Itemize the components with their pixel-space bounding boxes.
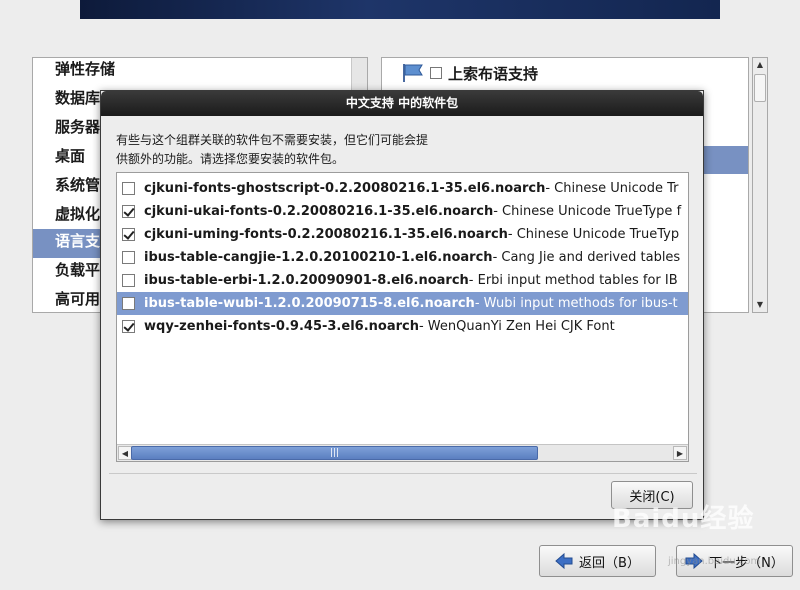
- package-checkbox-checked[interactable]: [122, 228, 135, 241]
- package-checkbox[interactable]: [122, 182, 135, 195]
- arrow-left-icon: [555, 553, 573, 569]
- package-desc: - Chinese Unicode Tr: [545, 181, 679, 196]
- back-button-label: 返回（B）: [579, 555, 640, 571]
- package-desc: - Cang Jie and derived tables: [492, 250, 681, 265]
- group-checkbox[interactable]: [430, 67, 442, 79]
- package-name: wqy-zenhei-fonts-0.9.45-3.el6.noarch: [144, 319, 419, 334]
- hscroll-thumb[interactable]: |||: [131, 446, 538, 460]
- scroll-down-icon[interactable]: ▼: [753, 298, 767, 312]
- package-row[interactable]: wqy-zenhei-fonts-0.9.45-3.el6.noarch - W…: [117, 315, 688, 338]
- package-desc: - Chinese Unicode TrueTyp: [507, 227, 680, 242]
- watermark-logo: Baidu经验: [612, 504, 755, 534]
- group-list-scrollbar[interactable]: ▲ ▼: [752, 57, 768, 313]
- package-name: ibus-table-cangjie-1.2.0.20100210-1.el6.…: [144, 250, 493, 265]
- package-desc: - Wubi input methods for ibus-t: [474, 296, 678, 311]
- package-desc: - Erbi input method tables for IB: [468, 273, 678, 288]
- package-name: cjkuni-ukai-fonts-0.2.20080216.1-35.el6.…: [144, 204, 494, 219]
- description-line: 供额外的功能。请选择您要安装的软件包。: [116, 152, 345, 166]
- package-name: cjkuni-fonts-ghostscript-0.2.20080216.1-…: [144, 181, 546, 196]
- package-name: ibus-table-wubi-1.2.0.20090715-8.el6.noa…: [144, 296, 475, 311]
- scroll-thumb[interactable]: [754, 74, 766, 102]
- package-row[interactable]: cjkuni-fonts-ghostscript-0.2.20080216.1-…: [117, 177, 688, 200]
- package-checkbox[interactable]: [122, 251, 135, 264]
- package-desc: - Chinese Unicode TrueType f: [493, 204, 682, 219]
- package-list[interactable]: cjkuni-fonts-ghostscript-0.2.20080216.1-…: [116, 172, 689, 462]
- flag-icon: [403, 64, 423, 82]
- scroll-right-icon[interactable]: ▶: [673, 446, 687, 460]
- watermark-url: jingyan.baidu.com: [668, 556, 761, 567]
- packages-dialog: 中文支持 中的软件包 有些与这个组群关联的软件包不需要安装，但它们可能会提 供额…: [100, 90, 704, 520]
- back-button[interactable]: 返回（B）: [539, 545, 656, 577]
- package-checkbox-checked[interactable]: [122, 320, 135, 333]
- package-name: ibus-table-erbi-1.2.0.20090901-8.el6.noa…: [144, 273, 469, 288]
- scroll-left-icon[interactable]: ◀: [118, 446, 132, 460]
- package-row-selected[interactable]: ibus-table-wubi-1.2.0.20090715-8.el6.noa…: [117, 292, 688, 315]
- top-banner: [80, 0, 720, 19]
- package-desc: - WenQuanYi Zen Hei CJK Font: [418, 319, 615, 334]
- category-item[interactable]: 弹性存储: [33, 58, 367, 86]
- dialog-separator: [109, 473, 697, 474]
- package-row[interactable]: cjkuni-uming-fonts-0.2.20080216.1-35.el6…: [117, 223, 688, 246]
- description-line: 有些与这个组群关联的软件包不需要安装，但它们可能会提: [116, 133, 429, 147]
- package-checkbox[interactable]: [122, 297, 135, 310]
- package-name: cjkuni-uming-fonts-0.2.20080216.1-35.el6…: [144, 227, 508, 242]
- package-row[interactable]: ibus-table-cangjie-1.2.0.20100210-1.el6.…: [117, 246, 688, 269]
- package-checkbox[interactable]: [122, 274, 135, 287]
- scroll-up-icon[interactable]: ▲: [753, 58, 767, 72]
- group-item[interactable]: 上索布语支持: [402, 62, 538, 84]
- dialog-description: 有些与这个组群关联的软件包不需要安装，但它们可能会提 供额外的功能。请选择您要安…: [116, 131, 476, 169]
- group-item-label: 上索布语支持: [448, 64, 539, 83]
- package-list-hscrollbar[interactable]: ◀ ||| ▶: [117, 444, 688, 461]
- package-checkbox-checked[interactable]: [122, 205, 135, 218]
- package-row[interactable]: ibus-table-erbi-1.2.0.20090901-8.el6.noa…: [117, 269, 688, 292]
- dialog-title: 中文支持 中的软件包: [101, 91, 703, 116]
- package-row[interactable]: cjkuni-ukai-fonts-0.2.20080216.1-35.el6.…: [117, 200, 688, 223]
